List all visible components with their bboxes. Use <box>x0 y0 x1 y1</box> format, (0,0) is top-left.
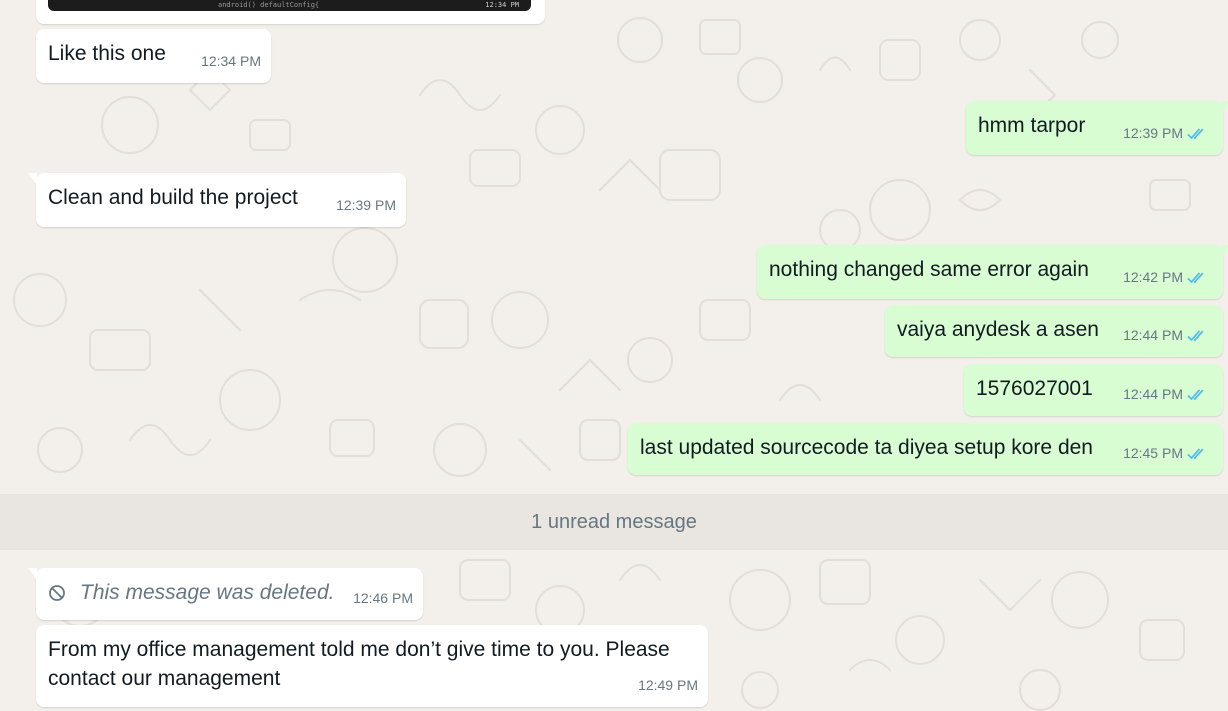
bubble-tail <box>28 173 37 185</box>
deleted-icon <box>49 585 65 601</box>
message-text: Like this one <box>48 42 166 65</box>
message-time: 12:39 PM <box>336 197 396 213</box>
unread-divider-label: 1 unread message <box>531 511 697 533</box>
read-double-tick-icon <box>1187 271 1204 283</box>
message-text-line-2: contact our management <box>48 667 281 690</box>
message-meta: 12:46 PM <box>353 584 413 613</box>
message-bubble-outgoing[interactable]: nothing changed same error again 12:42 P… <box>757 245 1228 299</box>
message-time: 12:39 PM <box>1123 125 1183 141</box>
message-bubble-incoming[interactable]: Like this one 12:34 PM <box>36 29 271 83</box>
unread-messages-divider: 1 unread message <box>0 494 1228 550</box>
message-time: 12:42 PM <box>1123 269 1183 285</box>
message-time: 12:44 PM <box>1123 327 1183 343</box>
message-text: 1576027001 <box>976 377 1093 400</box>
message-text-line-1: From my office management told me don’t … <box>48 638 670 661</box>
read-double-tick-icon <box>1187 127 1204 139</box>
message-text: last updated sourcecode ta diyea setup k… <box>640 436 1093 459</box>
message-text: hmm tarpor <box>978 114 1086 137</box>
bubble-tail <box>1222 101 1228 113</box>
message-meta: 12:49 PM <box>638 671 698 700</box>
read-double-tick-icon <box>1187 447 1204 459</box>
message-meta: 12:44 PM <box>1123 321 1207 350</box>
message-text: nothing changed same error again <box>769 258 1089 281</box>
deleted-message-text: This message was deleted. <box>80 581 335 604</box>
message-bubble-outgoing[interactable]: last updated sourcecode ta diyea setup k… <box>628 423 1223 475</box>
read-double-tick-icon <box>1187 329 1204 341</box>
message-text: Clean and build the project <box>48 186 298 209</box>
message-bubble-outgoing[interactable]: hmm tarpor 12:39 PM <box>966 101 1228 155</box>
message-time: 12:46 PM <box>353 590 413 606</box>
message-time: 12:45 PM <box>1123 445 1183 461</box>
message-bubble-outgoing[interactable]: 1576027001 12:44 PM <box>964 364 1223 416</box>
code-screenshot-image[interactable]: android() defaultConfig{ 12:34 PM <box>48 0 531 11</box>
message-time: 12:49 PM <box>638 677 698 693</box>
message-bubble-outgoing[interactable]: vaiya anydesk a asen 12:44 PM <box>885 305 1223 357</box>
message-time: 12:44 PM <box>1123 386 1183 402</box>
message-meta: 12:44 PM <box>1123 380 1207 409</box>
message-bubble-incoming[interactable]: From my office management told me don’t … <box>36 625 708 707</box>
read-double-tick-icon <box>1187 388 1204 400</box>
message-time: 12:34 PM <box>201 53 261 69</box>
message-meta: 12:45 PM <box>1123 439 1207 468</box>
message-text: vaiya anydesk a asen <box>897 318 1099 341</box>
message-meta: 12:42 PM <box>1123 263 1207 292</box>
message-meta: 12:39 PM <box>336 191 396 220</box>
image-message[interactable]: android() defaultConfig{ 12:34 PM <box>36 0 545 24</box>
bubble-tail <box>1222 245 1228 257</box>
image-caption-fragment: android() defaultConfig{ <box>218 1 320 9</box>
message-bubble-incoming[interactable]: Clean and build the project 12:39 PM <box>28 173 406 227</box>
bubble-tail <box>28 568 37 580</box>
message-bubble-deleted[interactable]: This message was deleted. 12:46 PM <box>28 568 423 620</box>
image-timestamp: 12:34 PM <box>485 1 519 9</box>
message-meta: 12:34 PM <box>201 47 261 76</box>
message-meta: 12:39 PM <box>1123 119 1207 148</box>
